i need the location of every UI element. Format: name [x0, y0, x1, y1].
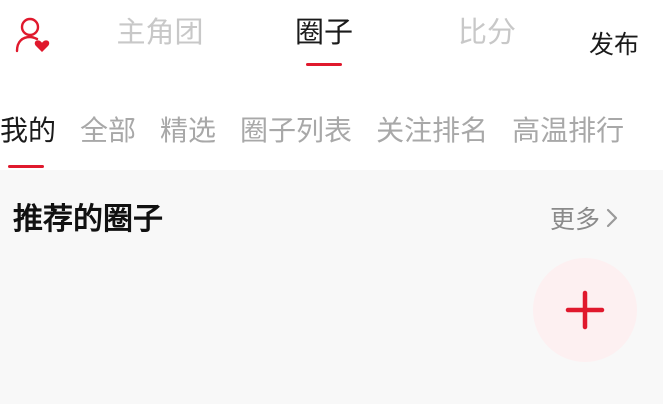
top-bar: 主角团 圈子 比分 发布 我的 全部 精选 圈子列表 关注排名 高温排行	[0, 0, 663, 170]
add-post-button[interactable]	[533, 258, 637, 362]
sub-tab-mine[interactable]: 我的	[0, 106, 56, 156]
tab-main-cast[interactable]: 主角团	[114, 10, 206, 54]
sub-tab-hot-rank[interactable]: 高温排行	[512, 106, 624, 156]
sub-tab-bar: 我的 全部 精选 圈子列表 关注排名 高温排行	[0, 106, 648, 156]
active-sub-tab-indicator	[8, 165, 44, 168]
section-title: 推荐的圈子	[13, 202, 163, 237]
publish-button[interactable]: 发布	[589, 28, 639, 62]
sub-tab-featured[interactable]: 精选	[160, 106, 216, 156]
active-tab-indicator	[306, 63, 342, 66]
tab-score[interactable]: 比分	[456, 10, 518, 54]
sub-tab-circle-list[interactable]: 圈子列表	[240, 106, 352, 156]
plus-icon	[565, 290, 605, 330]
user-button[interactable]	[12, 14, 54, 56]
more-label: 更多	[550, 205, 601, 234]
sub-tab-follow-rank[interactable]: 关注排名	[376, 106, 488, 156]
user-heart-icon	[15, 17, 50, 53]
sub-tab-all[interactable]: 全部	[80, 106, 136, 156]
more-link[interactable]: 更多	[550, 200, 618, 236]
chevron-right-icon	[606, 208, 618, 228]
tab-circle[interactable]: 圈子	[293, 10, 355, 54]
